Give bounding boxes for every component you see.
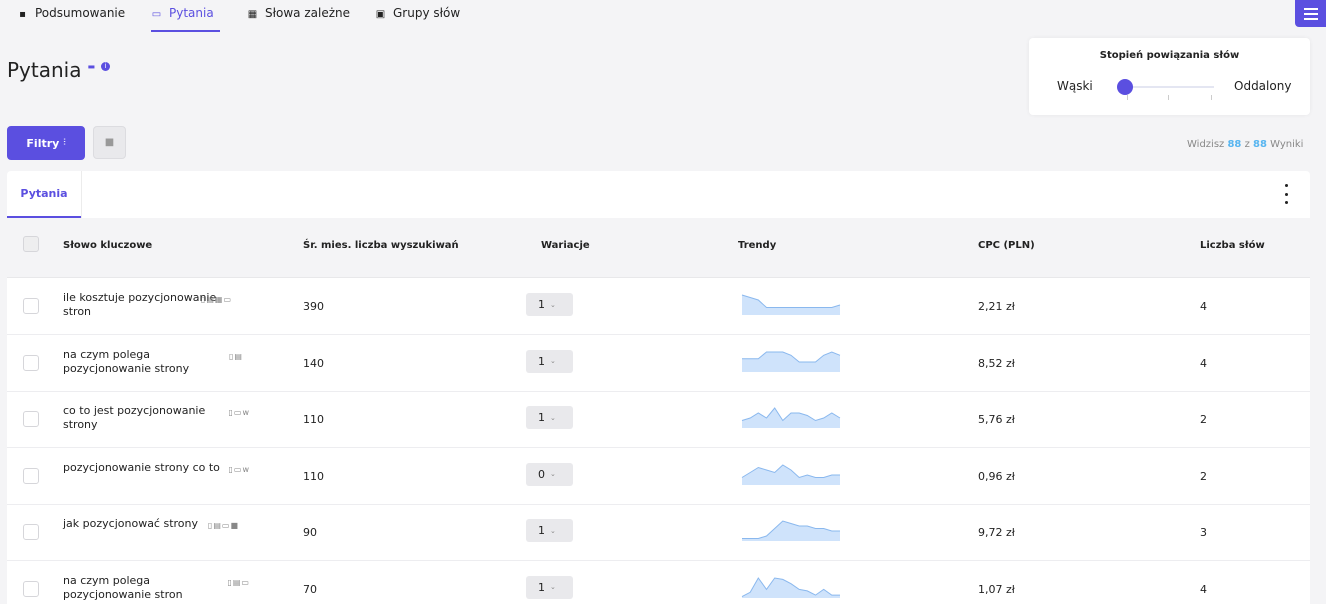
question-icon: ▭: [151, 9, 162, 20]
column-word-count[interactable]: Liczba słów: [1200, 240, 1265, 251]
serp-features-icon: ▯▤▭■: [207, 521, 239, 530]
trend-sparkline: [741, 576, 840, 598]
column-cpc[interactable]: CPC (PLN): [978, 240, 1035, 251]
trend-sparkline: [741, 294, 841, 315]
word-count-cell: 4: [1200, 356, 1207, 370]
video-icon[interactable]: ▬: [87, 62, 95, 71]
row-checkbox[interactable]: [23, 467, 39, 484]
word-count-cell: 4: [1200, 582, 1207, 596]
word-relation-slider-card: Stopień powiązania słów Wąski Oddalony: [1029, 38, 1310, 115]
cpc-cell: 5,76 zł: [978, 413, 1015, 426]
serp-features-icon: ▯▤: [229, 351, 243, 361]
volume-cell: 140: [303, 356, 324, 370]
word-count-cell: 4: [1200, 300, 1207, 313]
trend-sparkline: [742, 350, 841, 372]
filter-button[interactable]: Filtry ⫶: [7, 126, 85, 160]
table-row: pozycjonowanie strony co to ▯▭w 110 0 ⌄ 0,96 …: [7, 448, 1310, 505]
select-all-checkbox[interactable]: [23, 236, 39, 252]
column-volume[interactable]: Śr. mies. liczba wyszukiwań: [303, 240, 459, 251]
save-button[interactable]: ■: [93, 126, 126, 159]
chevron-down-icon: ⌄: [550, 413, 556, 422]
slider-title: Stopień powiązania słów: [1099, 50, 1240, 61]
table-row: co to jest pozycjonowanie strony ▯▭w 110 1 ⌄…: [7, 391, 1310, 448]
variations-dropdown[interactable]: 1 ⌄: [526, 406, 573, 429]
volume-cell: 70: [303, 582, 317, 596]
column-trends[interactable]: Trendy: [738, 240, 776, 251]
save-icon: ■: [104, 137, 115, 148]
cpc-cell: 9,72 zł: [978, 526, 1015, 539]
cpc-cell: 0,96 zł: [978, 469, 1015, 483]
results-panel: Pytania Słowo kluczowe Śr. mies. liczba …: [7, 171, 1310, 604]
variations-dropdown[interactable]: 1 ⌄: [526, 293, 573, 316]
table-row: jak pozycjonować strony ▯▤▭■ 90 1 ⌄ 9,72 zł 3: [7, 504, 1310, 561]
hamburger-menu-button[interactable]: [1295, 0, 1326, 27]
panel-tab-questions[interactable]: Pytania: [7, 171, 81, 218]
volume-cell: 110: [303, 469, 324, 483]
tab-summary[interactable]: ▪ Podsumowanie: [17, 6, 125, 32]
related-words-icon: ▦: [247, 9, 258, 20]
chevron-down-icon: ⌄: [550, 526, 556, 535]
word-groups-icon: ▣: [375, 9, 386, 20]
trend-area: [742, 408, 840, 428]
variations-dropdown[interactable]: 1 ⌄: [526, 575, 573, 599]
table-row: ile kosztuje pozycjonowanie stron ▯▤▦▭ 390…: [7, 278, 1310, 335]
tab-questions[interactable]: ▭ Pytania: [151, 6, 220, 32]
variations-dropdown[interactable]: 1 ⌄: [526, 349, 573, 373]
row-checkbox[interactable]: [23, 354, 39, 371]
slider-left-label: Wąski: [1057, 79, 1093, 93]
row-checkbox[interactable]: [23, 524, 39, 540]
serp-features-icon: ▯▤▭: [227, 577, 250, 587]
chevron-down-icon: ⌄: [550, 300, 556, 309]
top-navigation: ▪ Podsumowanie ▭ Pytania ▦ Słowa zależne…: [0, 0, 1326, 32]
table-row: na czym polega pozycjonowanie stron ▯▤▭ 70…: [7, 561, 1310, 604]
row-checkbox[interactable]: [23, 580, 39, 597]
word-count-cell: 2: [1200, 469, 1207, 483]
row-checkbox[interactable]: [23, 298, 39, 314]
kebab-icon: [1285, 184, 1288, 187]
cpc-cell: 1,07 zł: [978, 582, 1015, 596]
trend-sparkline: [741, 463, 840, 485]
slider-track[interactable]: [1124, 86, 1214, 88]
page-title: Pytania ▬ i: [7, 58, 111, 82]
hamburger-icon: [1303, 7, 1318, 10]
serp-features-icon: ▯▤▦▭: [200, 295, 232, 304]
more-options-button[interactable]: [1285, 184, 1289, 204]
info-icon[interactable]: i: [101, 62, 111, 71]
volume-cell: 390: [303, 300, 324, 313]
variations-dropdown[interactable]: 0 ⌄: [526, 462, 573, 486]
serp-features-icon: ▯▭w: [228, 408, 250, 417]
cpc-cell: 8,52 zł: [978, 356, 1015, 370]
volume-cell: 90: [303, 526, 317, 539]
tab-word-groups[interactable]: ▣ Grupy słów: [375, 6, 460, 32]
row-checkbox[interactable]: [23, 411, 39, 427]
results-count: Widzisz 88 z 88 Wyniki: [1187, 139, 1304, 150]
trend-sparkline: [741, 407, 841, 428]
slider-handle[interactable]: [1117, 79, 1133, 95]
dashboard-icon: ▪: [19, 9, 26, 20]
word-count-cell: 2: [1200, 413, 1207, 426]
tab-related-words[interactable]: ▦ Słowa zależne: [247, 6, 350, 32]
variations-dropdown[interactable]: 1 ⌄: [526, 519, 573, 542]
filter-sliders-icon: ⫶: [63, 138, 66, 148]
trend-sparkline: [742, 520, 840, 541]
cpc-cell: 2,21 zł: [978, 300, 1015, 313]
word-count-cell: 3: [1200, 526, 1207, 539]
table-row: na czym polega pozycjonowanie strony ▯▤ 14…: [7, 335, 1310, 392]
chevron-down-icon: ⌄: [550, 357, 556, 365]
slider-right-label: Oddalony: [1234, 79, 1292, 93]
serp-features-icon: ▯▭w: [228, 464, 250, 474]
table-header: Słowo kluczowe Śr. mies. liczba wyszukiw…: [7, 218, 1310, 278]
column-variations[interactable]: Wariacje: [541, 240, 590, 251]
chevron-down-icon: ⌄: [550, 583, 556, 591]
trend-area: [742, 295, 840, 315]
column-keyword[interactable]: Słowo kluczowe: [63, 240, 152, 251]
chevron-down-icon: ⌄: [550, 470, 556, 478]
volume-cell: 110: [303, 413, 324, 426]
